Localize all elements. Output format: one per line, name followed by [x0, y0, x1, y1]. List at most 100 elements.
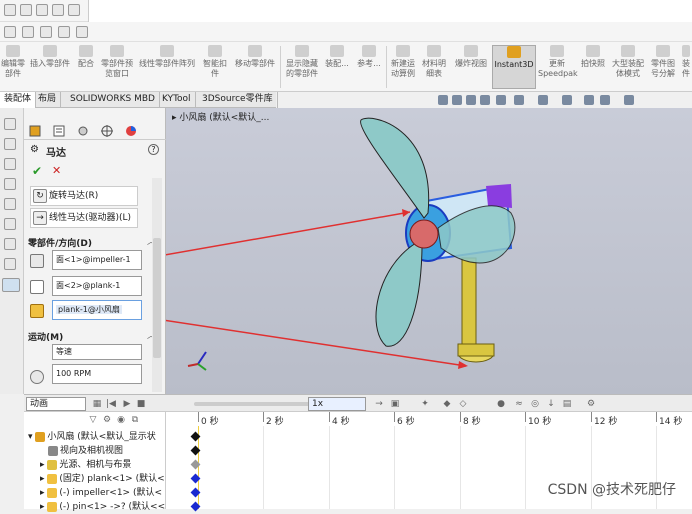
gravity-icon[interactable]: ↓: [546, 399, 556, 409]
direction-arrow-icon[interactable]: [30, 280, 44, 294]
save-animation-icon[interactable]: ▣: [390, 399, 400, 409]
linear-pattern-button[interactable]: 线性零部件阵列: [136, 45, 198, 89]
select-icon[interactable]: [22, 26, 34, 38]
show-hidden-button[interactable]: 显示隐藏 的零部件: [282, 45, 322, 89]
forward-icon[interactable]: →: [374, 399, 384, 409]
apply-scene-icon[interactable]: [600, 95, 610, 105]
undo-icon[interactable]: [4, 26, 16, 38]
instant3d-button[interactable]: Instant3D: [492, 45, 536, 89]
tab-3dsource[interactable]: 3DSource零件库: [198, 92, 278, 108]
motor-tool-icon[interactable]: ●: [496, 399, 506, 409]
save-icon[interactable]: [36, 4, 48, 16]
section-view-icon[interactable]: [480, 95, 490, 105]
large-assembly-button[interactable]: 大型装配 体模式: [610, 45, 646, 89]
filter-results-icon[interactable]: ⧉: [130, 415, 140, 425]
move-component-button[interactable]: 移动零部件: [232, 45, 278, 89]
flyout-tree-header[interactable]: ▸ 小风扇 (默认<默认_...: [172, 110, 269, 123]
study-type-select[interactable]: 动画: [26, 397, 86, 411]
help-icon[interactable]: ?: [148, 144, 159, 155]
section-motion[interactable]: 运动(M): [28, 330, 63, 343]
filter-selected-icon[interactable]: ◉: [116, 415, 126, 425]
zoom-area-icon[interactable]: [452, 95, 462, 105]
filter-driving-icon[interactable]: ⚙: [102, 415, 112, 425]
contact-icon[interactable]: ◎: [530, 399, 540, 409]
previous-view-icon[interactable]: [466, 95, 476, 105]
tree-item-assembly[interactable]: ▾ 小风扇 (默认<默认_显示状: [28, 430, 156, 444]
rewind-icon[interactable]: |◀: [106, 399, 116, 409]
view-settings-icon[interactable]: [624, 95, 634, 105]
display-manager-tab-icon[interactable]: [124, 124, 144, 138]
dimxpert-tab-icon[interactable]: [100, 124, 120, 138]
reference-component-field[interactable]: plank-1@小风扇: [52, 300, 142, 320]
take-snapshot-button[interactable]: 拍快照: [578, 45, 608, 89]
cancel-button[interactable]: ✕: [52, 164, 61, 177]
view-orientation-icon[interactable]: [514, 95, 524, 105]
tab-kytool[interactable]: KYTool: [158, 92, 196, 108]
results-icon[interactable]: ▤: [562, 399, 572, 409]
more-button[interactable]: 装 件: [680, 45, 692, 89]
update-speedpak-button[interactable]: 更新 Speedpak: [538, 45, 578, 89]
strip-icon[interactable]: [4, 178, 16, 190]
assembly-features-button[interactable]: 装配...: [324, 45, 350, 89]
tree-item-lights[interactable]: ▸ 光源、相机与布景: [40, 458, 131, 472]
new-motion-study-button[interactable]: 新建运 动算例: [388, 45, 418, 89]
tab-layout[interactable]: 布局: [34, 92, 62, 108]
print-icon[interactable]: [52, 4, 64, 16]
playback-slider[interactable]: [194, 402, 326, 406]
tree-item-view[interactable]: 视向及相机视图: [48, 444, 123, 458]
motion-type-select[interactable]: 等速: [52, 344, 142, 360]
bom-button[interactable]: 材料明 细表: [420, 45, 448, 89]
tab-assembly[interactable]: 装配体: [0, 92, 37, 108]
strip-icon[interactable]: [4, 158, 16, 170]
component-preview-button[interactable]: 零部件预 览窗口: [100, 45, 134, 89]
zoom-fit-icon[interactable]: [438, 95, 448, 105]
ok-button[interactable]: ✔: [32, 164, 42, 178]
smart-fastener-button[interactable]: 智能扣 件: [200, 45, 230, 89]
strip-icon[interactable]: [4, 138, 16, 150]
face2-field[interactable]: 面<2>@plank-1: [52, 276, 142, 296]
playback-speed-select[interactable]: 1x: [308, 397, 366, 411]
open-icon[interactable]: [20, 4, 32, 16]
linear-motor-option[interactable]: → 线性马达(驱动器)(L): [30, 208, 138, 228]
pm-scrollbar[interactable]: [152, 178, 162, 392]
calculate-icon[interactable]: ▦: [92, 399, 102, 409]
new-icon[interactable]: [4, 4, 16, 16]
strip-icon-active[interactable]: [2, 278, 20, 292]
file-properties-icon[interactable]: [58, 26, 70, 38]
property-manager-tab-icon[interactable]: [52, 124, 72, 138]
speed-field[interactable]: 100 RPM: [52, 364, 142, 384]
properties-icon[interactable]: ⚙: [586, 399, 596, 409]
strip-icon[interactable]: [4, 198, 16, 210]
feature-manager-tab-icon[interactable]: [28, 124, 48, 138]
edit-component-button[interactable]: 编辑零 部件: [0, 45, 26, 89]
tree-item-impeller[interactable]: ▸ (-) impeller<1> (默认<: [40, 486, 162, 500]
play-icon[interactable]: ▶: [122, 399, 132, 409]
animation-wizard-icon[interactable]: ✦: [420, 399, 430, 409]
mate-button[interactable]: 配合: [74, 45, 98, 89]
hide-show-items-icon[interactable]: [562, 95, 572, 105]
tab-mbd[interactable]: SOLIDWORKS MBD: [66, 92, 160, 108]
tree-item-pin[interactable]: ▸ (-) pin<1> ->? (默认<<: [40, 500, 165, 514]
rebuild-icon[interactable]: [40, 26, 52, 38]
reference-geometry-button[interactable]: 参考...: [354, 45, 384, 89]
display-style-icon[interactable]: [538, 95, 548, 105]
options-icon[interactable]: [68, 4, 80, 16]
dynamic-annotation-icon[interactable]: [496, 95, 506, 105]
pm-scroll-thumb[interactable]: [153, 238, 161, 358]
rotary-motor-option[interactable]: ↻ 旋转马达(R): [30, 186, 138, 206]
add-key-icon[interactable]: ◇: [458, 399, 468, 409]
autokey-icon[interactable]: ◆: [442, 399, 452, 409]
strip-icon[interactable]: [4, 258, 16, 270]
tree-item-plank[interactable]: ▸ (固定) plank<1> (默认<: [40, 472, 165, 486]
config-manager-tab-icon[interactable]: [76, 124, 96, 138]
spring-icon[interactable]: ≈: [514, 399, 524, 409]
stop-icon[interactable]: ■: [136, 399, 146, 409]
exploded-view-button[interactable]: 爆炸视图: [452, 45, 490, 89]
strip-icon[interactable]: [4, 118, 16, 130]
edit-appearance-icon[interactable]: [584, 95, 594, 105]
settings-icon[interactable]: [76, 26, 88, 38]
strip-icon[interactable]: [4, 238, 16, 250]
face1-field[interactable]: 面<1>@impeller-1: [52, 250, 142, 270]
graphics-area[interactable]: [135, 108, 692, 394]
part-number-button[interactable]: 零件图 号分解: [648, 45, 678, 89]
